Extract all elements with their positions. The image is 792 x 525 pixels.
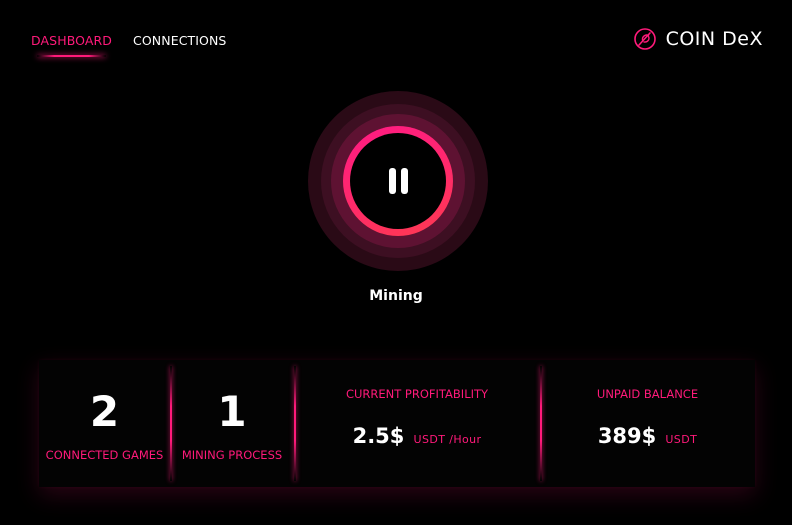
brand-name: COIN DeX: [665, 28, 763, 50]
unpaid-balance-unit: USDT: [665, 433, 698, 446]
mining-status-label: Mining: [369, 288, 423, 304]
stat-connected-games: 2 CONNECTED GAMES: [39, 360, 170, 487]
stats-panel: 2 CONNECTED GAMES 1 MINING PROCESS CURRE…: [39, 360, 755, 487]
brand-logo[interactable]: COIN DeX: [633, 27, 763, 51]
mining-process-label: MINING PROCESS: [181, 448, 283, 462]
stat-mining-process: 1 MINING PROCESS: [170, 360, 294, 487]
connected-games-count: 2: [89, 387, 120, 436]
current-profitability-label: CURRENT PROFITABILITY: [345, 387, 489, 401]
current-profitability-value: 2.5$: [352, 424, 405, 448]
nav-tab-connections[interactable]: CONNECTIONS: [133, 33, 226, 48]
unpaid-balance-label: UNPAID BALANCE: [596, 387, 699, 401]
connected-games-label: CONNECTED GAMES: [45, 448, 164, 462]
current-profitability-unit: USDT /Hour: [413, 433, 482, 446]
unpaid-balance-value-row: 389$ USDT: [540, 424, 755, 448]
unpaid-balance-value: 389$: [597, 424, 657, 448]
mining-control: [308, 91, 488, 271]
nav-tab-dashboard[interactable]: DASHBOARD: [31, 33, 112, 57]
pause-icon: [388, 168, 408, 194]
stat-current-profitability: CURRENT PROFITABILITY 2.5$ USDT /Hour: [294, 360, 540, 487]
mining-process-count: 1: [217, 387, 247, 436]
mining-toggle-button[interactable]: [350, 133, 446, 229]
current-profitability-value-row: 2.5$ USDT /Hour: [294, 424, 540, 448]
top-nav: DASHBOARD CONNECTIONS: [31, 33, 226, 57]
coin-logo-icon: [633, 28, 656, 50]
stat-unpaid-balance: UNPAID BALANCE 389$ USDT: [540, 360, 755, 487]
